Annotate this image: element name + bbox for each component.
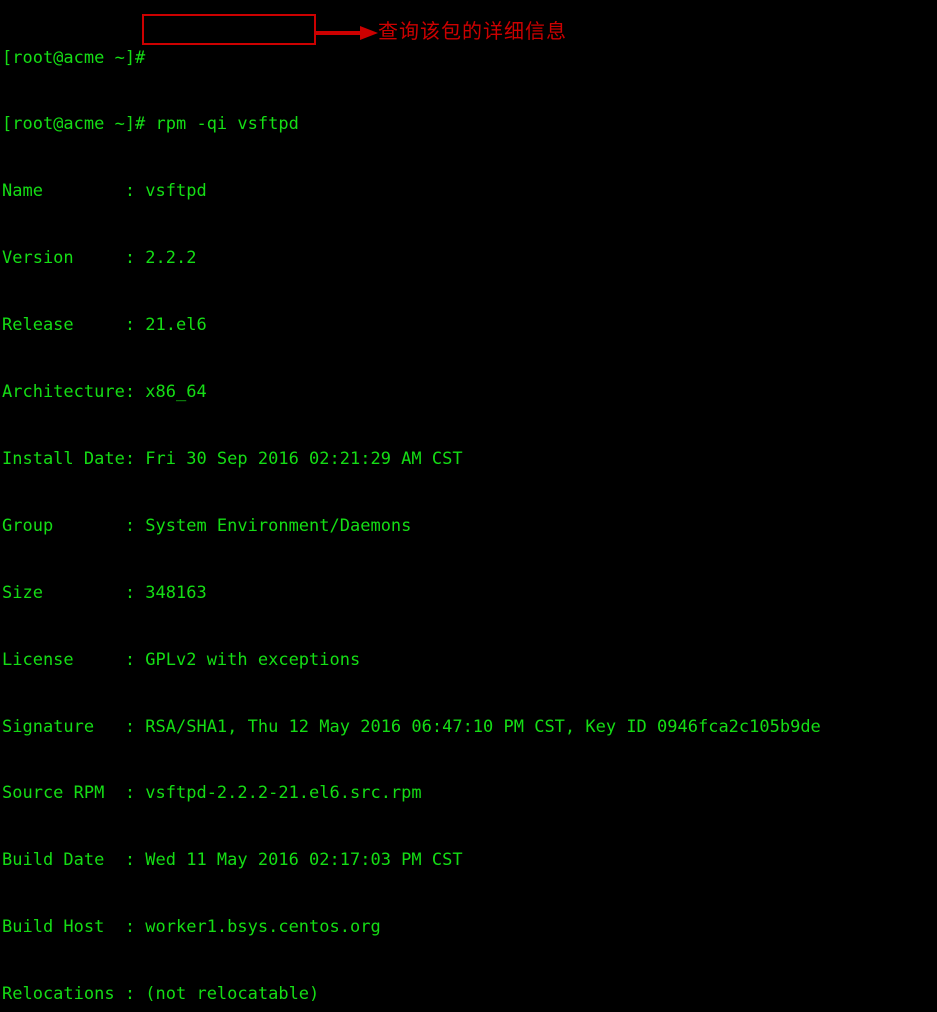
terminal-line-size: Size : 348163	[2, 582, 207, 603]
terminal-line-source-rpm: Source RPM : vsftpd-2.2.2-21.el6.src.rpm	[2, 783, 422, 804]
terminal-output: [root@acme ~]# [root@acme ~]# rpm -qi vs…	[2, 2, 935, 1012]
terminal-line-install-date: Install Date: Fri 30 Sep 2016 02:21:29 A…	[2, 448, 463, 469]
terminal-line-group: Group : System Environment/Daemons	[2, 515, 412, 536]
terminal-line-command: [root@acme ~]# rpm -qi vsftpd	[2, 114, 299, 135]
terminal-line-name: Name : vsftpd	[2, 181, 207, 202]
terminal-line-release: Release : 21.el6	[2, 315, 207, 336]
terminal-line: [root@acme ~]#	[2, 47, 146, 68]
terminal-window[interactable]: [root@acme ~]# [root@acme ~]# rpm -qi vs…	[0, 0, 937, 1004]
terminal-line-signature: Signature : RSA/SHA1, Thu 12 May 2016 06…	[2, 716, 821, 737]
terminal-line-build-date: Build Date : Wed 11 May 2016 02:17:03 PM…	[2, 850, 463, 871]
terminal-line-version: Version : 2.2.2	[2, 248, 197, 269]
terminal-line-license: License : GPLv2 with exceptions	[2, 649, 361, 670]
terminal-line-relocations: Relocations : (not relocatable)	[2, 984, 320, 1005]
terminal-line-build-host: Build Host : worker1.bsys.centos.org	[2, 917, 381, 938]
annotation-text: 查询该包的详细信息	[378, 19, 567, 43]
terminal-line-architecture: Architecture: x86_64	[2, 382, 207, 403]
